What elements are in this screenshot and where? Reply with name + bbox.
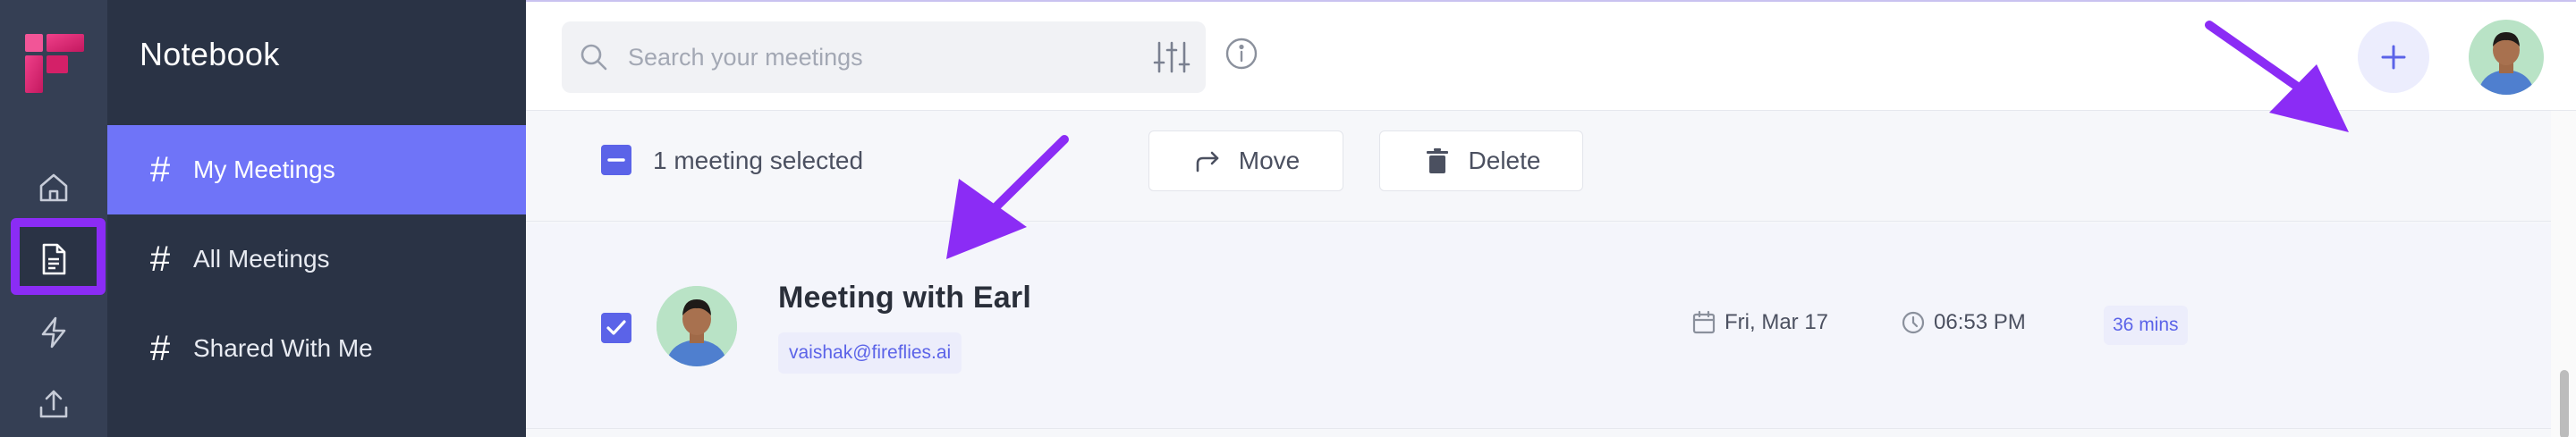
main-content: 1 meeting selected Move Delete bbox=[526, 0, 2576, 437]
move-button[interactable]: Move bbox=[1148, 130, 1343, 191]
meeting-title[interactable]: Meeting with Earl bbox=[778, 281, 1031, 315]
upload-icon bbox=[39, 390, 68, 418]
plus-icon bbox=[2381, 45, 2406, 70]
home-icon bbox=[39, 173, 68, 202]
trash-icon bbox=[1426, 148, 1448, 173]
meeting-date: Fri, Mar 17 bbox=[1690, 309, 1828, 336]
search-box bbox=[562, 21, 1206, 93]
avatar-image bbox=[2469, 20, 2544, 95]
meeting-time: 06:53 PM bbox=[1900, 309, 2026, 336]
check-icon bbox=[606, 320, 626, 335]
meeting-date-text: Fri, Mar 17 bbox=[1724, 310, 1829, 334]
logo-icon[interactable] bbox=[25, 34, 84, 93]
info-icon[interactable] bbox=[1224, 36, 1259, 71]
scrollbar-thumb[interactable] bbox=[2560, 370, 2569, 437]
move-label: Move bbox=[1238, 147, 1301, 174]
sidebar-item-label: Shared With Me bbox=[193, 334, 373, 362]
bolt-rail-button[interactable] bbox=[0, 297, 107, 368]
top-bar bbox=[526, 2, 2576, 111]
move-arrow-icon bbox=[1196, 151, 1219, 172]
add-button[interactable] bbox=[2358, 21, 2429, 93]
duration-badge: 36 mins bbox=[2104, 306, 2188, 345]
notebook-rail-button[interactable] bbox=[0, 223, 107, 295]
filter-sliders-icon[interactable] bbox=[1152, 38, 1191, 77]
hash-icon: # bbox=[149, 239, 171, 279]
bolt-icon bbox=[41, 316, 66, 349]
select-all-checkbox[interactable] bbox=[601, 145, 631, 175]
user-avatar[interactable] bbox=[2469, 20, 2544, 95]
scrollbar[interactable] bbox=[2551, 111, 2576, 437]
selection-bar: 1 meeting selected Move Delete bbox=[526, 111, 2576, 222]
hash-icon: # bbox=[149, 328, 171, 368]
hash-icon: # bbox=[149, 149, 171, 189]
organizer-email-badge: vaishak@fireflies.ai bbox=[778, 332, 962, 374]
sidebar-title: Notebook bbox=[140, 36, 280, 72]
app-window: Notebook # My Meetings # All Meetings # … bbox=[0, 0, 2576, 437]
sidebar-item-label: All Meetings bbox=[193, 245, 330, 273]
sidebar-item-label: My Meetings bbox=[193, 155, 335, 183]
home-rail-button[interactable] bbox=[0, 152, 107, 223]
selection-count: 1 meeting selected bbox=[653, 147, 864, 174]
minus-icon bbox=[607, 158, 625, 162]
meeting-checkbox[interactable] bbox=[601, 313, 631, 343]
meeting-row[interactable]: Meeting with Earl vaishak@fireflies.ai F… bbox=[526, 223, 2576, 429]
clock-icon bbox=[1902, 311, 1925, 334]
upload-rail-button[interactable] bbox=[0, 368, 107, 437]
meeting-time-text: 06:53 PM bbox=[1934, 310, 2026, 334]
search-icon bbox=[580, 44, 607, 71]
participant-avatar bbox=[657, 286, 737, 366]
avatar-image bbox=[657, 286, 737, 366]
icon-rail bbox=[0, 0, 107, 437]
sidebar-item-all-meetings[interactable]: # All Meetings bbox=[107, 214, 526, 304]
search-input[interactable] bbox=[628, 43, 1129, 71]
sidebar-item-shared-with-me[interactable]: # Shared With Me bbox=[107, 304, 526, 393]
sidebar-item-my-meetings[interactable]: # My Meetings bbox=[107, 125, 526, 214]
notebook-icon bbox=[42, 243, 66, 275]
delete-label: Delete bbox=[1468, 147, 1541, 174]
delete-button[interactable]: Delete bbox=[1379, 130, 1583, 191]
notebook-sidebar: Notebook # My Meetings # All Meetings # … bbox=[107, 0, 526, 437]
calendar-icon bbox=[1692, 310, 1716, 334]
